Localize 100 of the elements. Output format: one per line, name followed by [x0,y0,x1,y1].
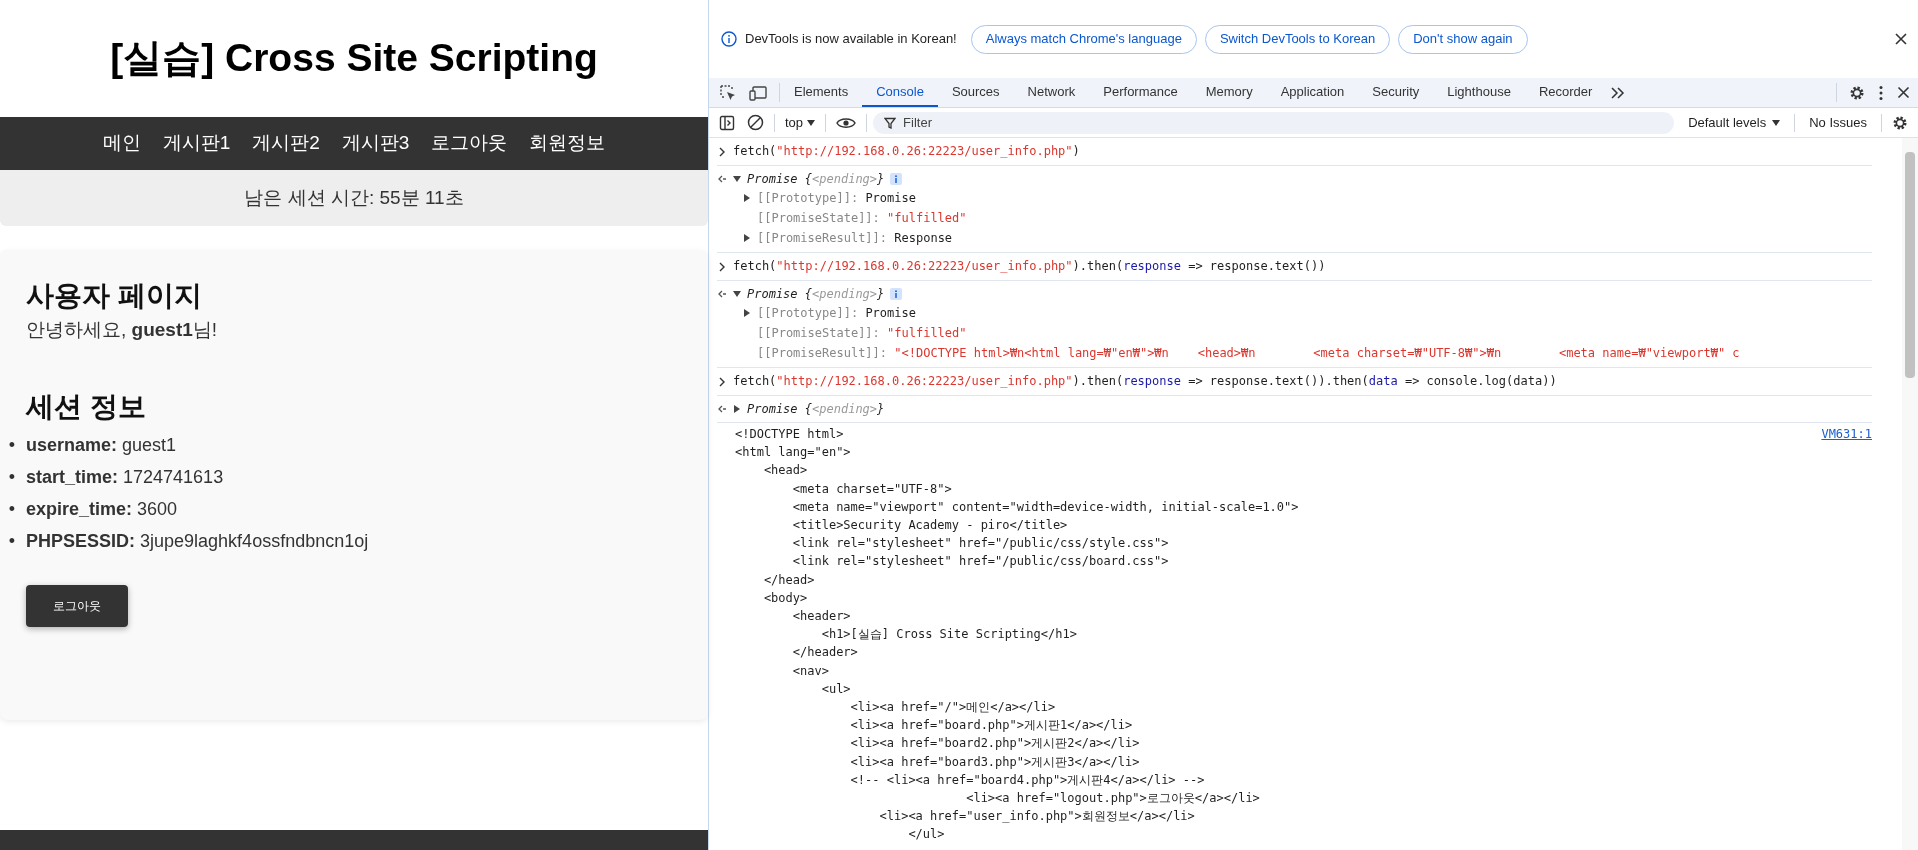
log-line: <header> [791,608,852,626]
close-icon[interactable] [1894,32,1908,46]
expanded-triangle-icon[interactable] [733,290,741,298]
promise-summary: Promise {<pending>} [747,401,885,418]
filter-field[interactable]: Filter [873,111,1675,134]
nav-link[interactable]: 게시판1 [162,129,231,158]
log-line: <nav> [791,662,830,680]
promise-summary: Promise {<pending>} [747,286,885,303]
prompt-chevron-icon [717,376,727,387]
card-heading: 사용자 페이지 [26,279,203,313]
property-row-text: [[PromiseResult]]: Response [757,230,953,247]
log-line: <li><a href="logout.php">로그아웃</a></li> [965,790,1261,808]
info-badge-icon [890,288,903,300]
log-line: <li><a href="user_info.php">회원정보</a></li> [878,808,1196,826]
section-heading: 세션 정보 [26,389,147,424]
nav-link[interactable]: 메인 [102,129,141,158]
property-row-text: [[PromiseState]]: "fulfilled" [757,325,967,342]
info-badge-icon [890,173,903,185]
result-arrow-icon [717,174,727,184]
collapsed-triangle-icon[interactable] [743,194,751,202]
log-line: <link rel="stylesheet" href="/public/css/style.css"> [791,535,1170,553]
devtools-tab[interactable]: Sources [937,78,1014,107]
eye-icon[interactable] [836,115,857,130]
devtools-tab[interactable]: Memory [1191,78,1267,107]
inspect-element-icon[interactable] [719,83,737,102]
devtools-tab[interactable]: Network [1013,78,1090,107]
collapsed-triangle-icon[interactable] [733,405,741,413]
session-item: start_time: 1724741613 [26,465,224,489]
property-row-text: [[PromiseResult]]: "<!DOCTYPE html>₩n<html lang=₩"en₩">₩n <head>₩n <meta charset=₩"UTF-8₩">₩n <meta name=₩"viewport₩" c [757,345,1740,362]
log-line: <li><a href="/">메인</a></li> [849,699,1057,717]
prompt-chevron-icon [717,261,727,272]
devtools-tab[interactable]: Application [1266,78,1359,107]
devtools-tab[interactable]: Elements [780,78,863,107]
devtools-tab[interactable]: Recorder [1524,78,1607,107]
log-line: <title>Security Academy - piro</title> [791,517,1069,534]
more-tabs-icon[interactable] [1610,85,1627,100]
nav-link[interactable]: 게시판3 [341,129,410,158]
greeting-text: 안녕하세요, guest1님! [26,318,219,342]
devtools-tab[interactable]: Performance [1089,78,1192,107]
session-item: username: guest1 [26,433,177,457]
command-text: fetch("http://192.168.0.26:22223/user_info.php").then(response => response.text()).then(data => console.log(data)) [733,373,1557,390]
sidebar-icon[interactable] [719,114,735,131]
scrollbar[interactable] [1902,138,1918,850]
session-item: PHPSESSID: 3jupe9laghkf4ossfndbncn1oj [26,529,369,553]
command-text: fetch("http://192.168.0.26:22223/user_info.php").then(response => response.text()) [733,258,1326,275]
caret-icon [1772,119,1781,126]
devtools-tab[interactable]: Console [862,78,938,107]
more-options-icon[interactable] [1879,84,1883,101]
issues-button[interactable]: No Issues [1801,112,1875,133]
log-line: <li><a href="board2.php">게시판2</a></li> [849,735,1141,753]
property-row-text: [[Prototype]]: Promise [757,305,916,322]
property-row-text: [[PromiseState]]: "fulfilled" [757,210,967,227]
expanded-triangle-icon[interactable] [733,175,741,183]
nav-link[interactable]: 회원정보 [529,129,606,158]
logout-button[interactable]: 로그아웃 [26,584,128,627]
list-bullet: • [7,433,17,457]
result-arrow-icon [717,289,727,299]
nav-link[interactable]: 로그아웃 [431,129,508,158]
promise-summary: Promise {<pending>} [747,171,885,188]
prompt-chevron-icon [717,146,727,157]
device-toolbar-icon[interactable] [749,83,769,102]
session-item: expire_time: 3600 [26,497,178,521]
devtools-tab[interactable]: Security [1358,78,1434,107]
result-arrow-icon [717,404,727,414]
log-line: <!DOCTYPE html> [735,426,845,443]
log-line: <h1>[실습] Cross Site Scripting</h1> [820,626,1078,644]
infobar-button[interactable]: Don't show again [1398,24,1528,54]
log-line: <ul> [820,680,852,698]
log-line: <head> [762,462,809,480]
log-line: <meta charset="UTF-8"> [791,480,953,498]
property-row-text: [[Prototype]]: Promise [757,190,916,207]
levels-dropdown[interactable]: Default levels [1680,112,1789,133]
log-line: </ul> [907,826,946,844]
devtools-tab[interactable]: Lighthouse [1433,78,1525,107]
settings-icon[interactable] [1892,114,1908,131]
filter-icon [884,116,897,129]
infobar-button[interactable]: Switch DevTools to Korean [1204,24,1391,54]
close-icon[interactable] [1897,86,1910,99]
context-dropdown[interactable]: top [781,112,820,133]
info-icon [721,31,737,47]
source-link[interactable]: VM631:1 [1821,425,1872,443]
page-title: [실습] Cross Site Scripting [110,35,598,82]
log-line: <li><a href="board3.php">게시판3</a></li> [849,753,1141,771]
clear-console-icon[interactable] [747,114,764,131]
collapsed-triangle-icon[interactable] [743,309,751,317]
log-line: <html lang="en"> [735,444,852,462]
list-bullet: • [7,497,17,521]
log-line: <link rel="stylesheet" href="/public/css/board.css"> [791,553,1170,571]
nav-link[interactable]: 게시판2 [252,129,320,158]
log-line: <!-- <li><a href="board4.php">게시판4</a></li> --> [849,771,1206,789]
session-timer: 남은 세션 시간: 55분 11초 [244,185,464,210]
command-text: fetch("http://192.168.0.26:22223/user_info.php") [733,143,1080,160]
log-line: <li><a href="board.php">게시판1</a></li> [849,717,1134,735]
collapsed-triangle-icon[interactable] [743,234,751,242]
caret-icon [807,119,816,126]
list-bullet: • [7,529,17,553]
log-line: <body> [762,589,809,607]
infobar-button[interactable]: Always match Chrome's language [970,24,1197,54]
log-line: </head> [762,571,816,589]
settings-icon[interactable] [1849,84,1865,101]
